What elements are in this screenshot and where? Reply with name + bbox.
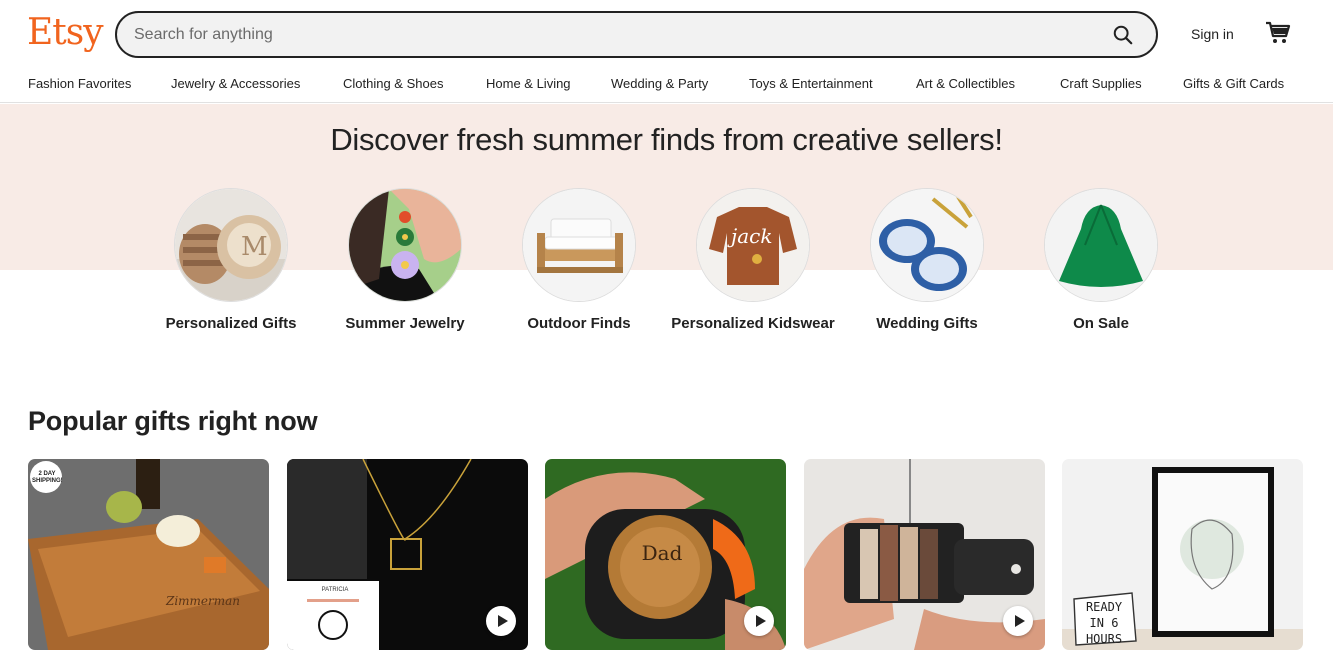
nav-item-craft-supplies[interactable]: Craft Supplies bbox=[1060, 76, 1142, 91]
gift-card[interactable]: Zimmerman 2 DAY SHIPPING! bbox=[28, 459, 269, 650]
outdoor-finds-image bbox=[522, 188, 636, 302]
circle-on-sale[interactable]: On Sale bbox=[1011, 188, 1191, 334]
nav-item-wedding-party[interactable]: Wedding & Party bbox=[611, 76, 708, 91]
cart-icon[interactable] bbox=[1265, 21, 1291, 45]
circle-outdoor-finds[interactable]: Outdoor Finds bbox=[489, 188, 669, 334]
nav-item-art-collectibles[interactable]: Art & Collectibles bbox=[916, 76, 1015, 91]
sign-in-link[interactable]: Sign in bbox=[1191, 26, 1234, 42]
search-icon[interactable] bbox=[1112, 24, 1134, 46]
nav-item-clothing-shoes[interactable]: Clothing & Shoes bbox=[343, 76, 443, 91]
engraving-text: Dad bbox=[641, 541, 683, 565]
nav-item-toys-entertainment[interactable]: Toys & Entertainment bbox=[749, 76, 873, 91]
card-overlay-text: PATRICIA bbox=[321, 587, 349, 593]
play-video-button[interactable] bbox=[486, 606, 516, 636]
nav-item-home-living[interactable]: Home & Living bbox=[486, 76, 571, 91]
circle-personalized-gifts[interactable]: M Personalized Gifts bbox=[141, 188, 321, 334]
search-bar[interactable] bbox=[115, 11, 1158, 58]
circle-label: Summer Jewelry bbox=[345, 315, 465, 332]
personalized-gifts-image: M bbox=[174, 188, 288, 302]
svg-text:jack: jack bbox=[727, 224, 772, 248]
on-sale-image bbox=[1044, 188, 1158, 302]
gift-card[interactable] bbox=[804, 459, 1045, 650]
play-video-button[interactable] bbox=[1003, 606, 1033, 636]
circle-label: Personalized Kidswear bbox=[671, 315, 835, 332]
search-input[interactable] bbox=[134, 24, 1094, 46]
circle-label: Outdoor Finds bbox=[527, 315, 631, 332]
shipping-badge: 2 DAY SHIPPING! bbox=[32, 471, 63, 484]
category-nav: Fashion Favorites Jewelry & Accessories … bbox=[0, 70, 1333, 103]
circle-wedding-gifts[interactable]: Wedding Gifts bbox=[837, 188, 1017, 334]
personalized-kidswear-image: jack bbox=[696, 188, 810, 302]
circle-summer-jewelry[interactable]: Summer Jewelry bbox=[315, 188, 495, 334]
banner-title: Discover fresh summer finds from creativ… bbox=[330, 122, 1003, 157]
circle-label: Personalized Gifts bbox=[165, 315, 297, 332]
summer-jewelry-image bbox=[348, 188, 462, 302]
nav-item-gifts-gift-cards[interactable]: Gifts & Gift Cards bbox=[1183, 76, 1284, 91]
gift-card[interactable]: READY IN 6 HOURS bbox=[1062, 459, 1303, 650]
gift-card[interactable]: Dad bbox=[545, 459, 786, 650]
svg-text:M: M bbox=[241, 232, 268, 262]
ready-sticker: READY IN 6 HOURS bbox=[1085, 600, 1123, 646]
svg-text:Zimmerman: Zimmerman bbox=[165, 594, 240, 608]
header: Etsy Sign in bbox=[0, 0, 1333, 70]
circle-personalized-kidswear[interactable]: jack Personalized Kidswear bbox=[663, 188, 843, 334]
play-video-button[interactable] bbox=[744, 606, 774, 636]
wedding-gifts-image bbox=[870, 188, 984, 302]
charcuterie-board-image: Zimmerman bbox=[28, 459, 269, 650]
gift-card[interactable]: PATRICIA bbox=[287, 459, 528, 650]
circle-label: On Sale bbox=[1073, 315, 1129, 332]
nav-item-fashion-favorites[interactable]: Fashion Favorites bbox=[28, 76, 131, 91]
circle-label: Wedding Gifts bbox=[876, 315, 978, 332]
popular-section-title: Popular gifts right now bbox=[28, 406, 318, 436]
nav-item-jewelry-accessories[interactable]: Jewelry & Accessories bbox=[171, 76, 300, 91]
etsy-logo[interactable]: Etsy bbox=[27, 12, 104, 53]
